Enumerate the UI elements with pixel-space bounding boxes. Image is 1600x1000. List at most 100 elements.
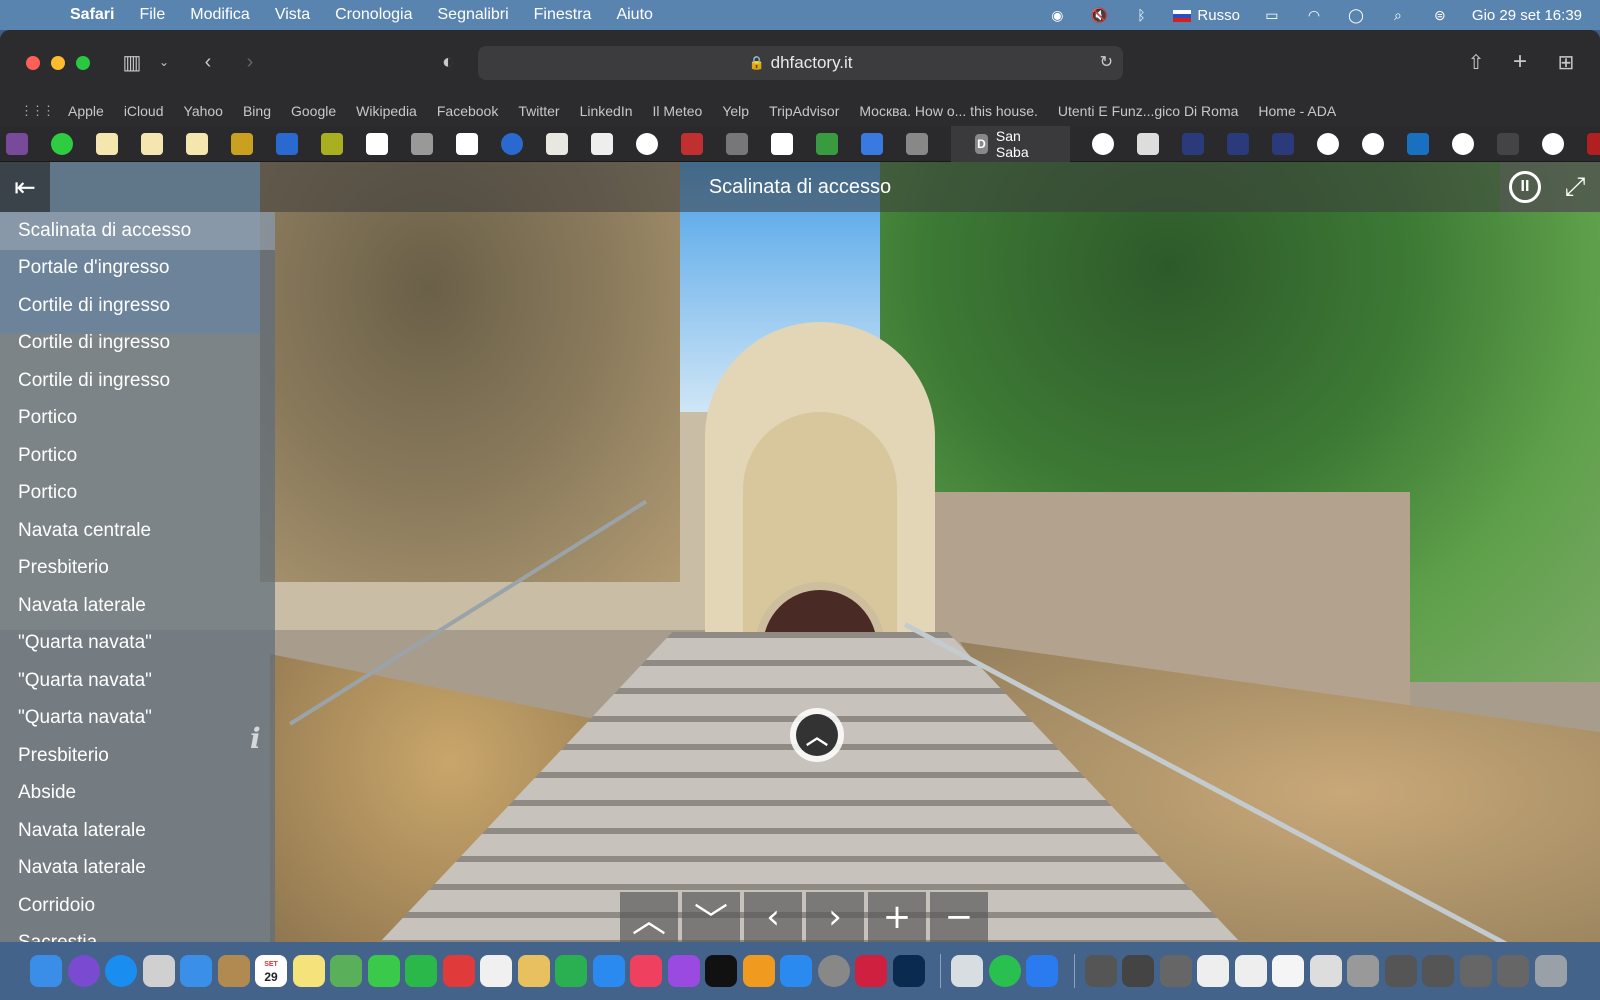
fullscreen-button[interactable]: ⤢ bbox=[1550, 162, 1600, 212]
mail-icon[interactable] bbox=[180, 955, 212, 987]
favorite-home-ada[interactable]: Home - ADA bbox=[1258, 103, 1336, 119]
tab-favicon[interactable] bbox=[1496, 132, 1519, 155]
photo-booth-icon[interactable] bbox=[442, 955, 475, 987]
tab-favicon[interactable] bbox=[726, 132, 748, 155]
tab-favicon[interactable] bbox=[366, 132, 388, 155]
facetime-icon[interactable] bbox=[405, 955, 437, 987]
tab-favicon[interactable] bbox=[1181, 132, 1204, 155]
tab-favicon[interactable] bbox=[231, 132, 253, 155]
tab-favicon[interactable] bbox=[906, 132, 928, 155]
notes-icon[interactable] bbox=[292, 955, 325, 987]
scene-item[interactable]: Cortile di ingresso bbox=[0, 325, 275, 363]
tab-favicon[interactable] bbox=[636, 132, 658, 155]
messages-icon[interactable] bbox=[367, 955, 400, 987]
tab-favicon[interactable] bbox=[861, 132, 883, 155]
numbers-icon[interactable] bbox=[555, 955, 587, 987]
scene-item[interactable]: Presbiterio bbox=[0, 550, 275, 588]
tab-favicon[interactable] bbox=[321, 132, 343, 155]
favorite-ilmeteo[interactable]: Il Meteo bbox=[653, 103, 703, 119]
tab-favicon[interactable] bbox=[6, 132, 28, 155]
favorite-wikipedia[interactable]: Wikipedia bbox=[356, 103, 417, 119]
menu-aiuto[interactable]: Aiuto bbox=[616, 6, 652, 24]
autorotate-pause-button[interactable]: II bbox=[1500, 162, 1550, 212]
dock-folder-icon[interactable] bbox=[1159, 955, 1192, 987]
scene-item[interactable]: Abside bbox=[0, 775, 275, 813]
user-icon[interactable]: ◯ bbox=[1346, 7, 1366, 23]
contacts-icon[interactable] bbox=[217, 955, 250, 987]
dock-document-icon[interactable] bbox=[1422, 955, 1454, 987]
dock-document-icon[interactable] bbox=[1309, 955, 1342, 987]
tab-favicon[interactable] bbox=[591, 132, 613, 155]
music-icon[interactable] bbox=[630, 955, 662, 987]
favorite-twitter[interactable]: Twitter bbox=[518, 103, 559, 119]
favorite-facebook[interactable]: Facebook bbox=[437, 103, 498, 119]
scene-item[interactable]: Presbiterio bbox=[0, 737, 275, 775]
tab-favicon[interactable] bbox=[816, 132, 838, 155]
scene-item[interactable]: Cortile di ingresso bbox=[0, 287, 275, 325]
wifi-icon[interactable]: ◠ bbox=[1304, 7, 1324, 23]
look-left-button[interactable]: ‹ bbox=[744, 892, 802, 942]
share-icon[interactable]: ⇧ bbox=[1462, 48, 1490, 76]
zoom-window-button[interactable] bbox=[76, 56, 90, 70]
tab-favicon[interactable] bbox=[1361, 132, 1384, 155]
tab-favicon[interactable] bbox=[411, 132, 433, 155]
tab-favicon[interactable] bbox=[501, 132, 523, 155]
menu-finestra[interactable]: Finestra bbox=[534, 6, 592, 24]
finder-icon[interactable] bbox=[30, 955, 62, 987]
siri-icon[interactable] bbox=[67, 955, 100, 987]
favorite-utenti[interactable]: Utenti E Funz...gico Di Roma bbox=[1058, 103, 1239, 119]
tab-favicon[interactable] bbox=[1271, 132, 1294, 155]
whatsapp-icon[interactable] bbox=[988, 955, 1021, 987]
preview-icon[interactable] bbox=[951, 955, 983, 987]
scene-item[interactable]: Portico bbox=[0, 437, 275, 475]
tab-favicon[interactable] bbox=[96, 132, 118, 155]
reload-icon[interactable]: ↻ bbox=[1100, 52, 1113, 72]
look-down-button[interactable]: ﹀ bbox=[682, 892, 740, 942]
dock-document-icon[interactable] bbox=[1347, 955, 1379, 987]
system-preferences-icon[interactable] bbox=[817, 955, 850, 987]
control-center-icon[interactable]: ⊜ bbox=[1430, 7, 1450, 23]
dock-folder-icon[interactable] bbox=[1084, 955, 1117, 987]
scene-item[interactable]: Navata laterale bbox=[0, 850, 275, 888]
dock-document-icon[interactable] bbox=[1234, 955, 1267, 987]
dock-folder-icon[interactable] bbox=[1122, 955, 1154, 987]
maps-icon[interactable] bbox=[330, 955, 362, 987]
launchpad-icon[interactable] bbox=[142, 955, 175, 987]
favorite-moskva[interactable]: Москва. How o... this house. bbox=[859, 103, 1038, 119]
dock-document-icon[interactable] bbox=[1497, 955, 1529, 987]
tab-overview-icon[interactable]: ⊞ bbox=[1552, 48, 1580, 76]
tab-favicon[interactable] bbox=[1406, 132, 1429, 155]
trash-icon[interactable] bbox=[1534, 955, 1567, 987]
tab-favicon[interactable] bbox=[51, 132, 73, 155]
dock-document-icon[interactable] bbox=[1384, 955, 1417, 987]
tab-favicon[interactable] bbox=[1586, 132, 1600, 155]
look-up-button[interactable]: ︿ bbox=[620, 892, 678, 942]
menubar-clock[interactable]: Gio 29 set 16:39 bbox=[1472, 7, 1582, 24]
favorite-apple[interactable]: Apple bbox=[68, 103, 104, 119]
tab-favicon[interactable] bbox=[771, 132, 793, 155]
scene-item[interactable]: Navata laterale bbox=[0, 587, 275, 625]
minimize-window-button[interactable] bbox=[51, 56, 65, 70]
address-bar[interactable]: 🔒 dhfactory.it ↻ bbox=[478, 46, 1123, 80]
favorite-yahoo[interactable]: Yahoo bbox=[184, 103, 223, 119]
tab-favicon[interactable] bbox=[1541, 132, 1564, 155]
new-tab-icon[interactable]: + bbox=[1506, 48, 1534, 76]
favorite-google[interactable]: Google bbox=[291, 103, 336, 119]
menu-cronologia[interactable]: Cronologia bbox=[335, 6, 412, 24]
favorite-bing[interactable]: Bing bbox=[243, 103, 271, 119]
photos-icon[interactable] bbox=[480, 955, 512, 987]
scene-item[interactable]: Corridoio bbox=[0, 887, 275, 925]
zoom-app-icon[interactable] bbox=[1026, 955, 1058, 987]
scene-menu-toggle-button[interactable]: ⇤ bbox=[0, 162, 50, 212]
screen-sharing-icon[interactable]: ◉ bbox=[1047, 7, 1067, 23]
navigation-hotspot[interactable]: ︿ bbox=[790, 708, 844, 762]
tab-favicon[interactable] bbox=[681, 132, 703, 155]
scene-item[interactable]: Portico bbox=[0, 400, 275, 438]
mute-icon[interactable]: 🔇 bbox=[1089, 7, 1109, 23]
tab-favicon[interactable] bbox=[276, 132, 298, 155]
dock-document-icon[interactable] bbox=[1272, 955, 1304, 987]
app-store-icon[interactable] bbox=[780, 955, 812, 987]
privacy-shield-icon[interactable]: ◐ bbox=[434, 48, 462, 76]
safari-icon[interactable] bbox=[105, 955, 137, 987]
menu-segnalibri[interactable]: Segnalibri bbox=[438, 6, 509, 24]
